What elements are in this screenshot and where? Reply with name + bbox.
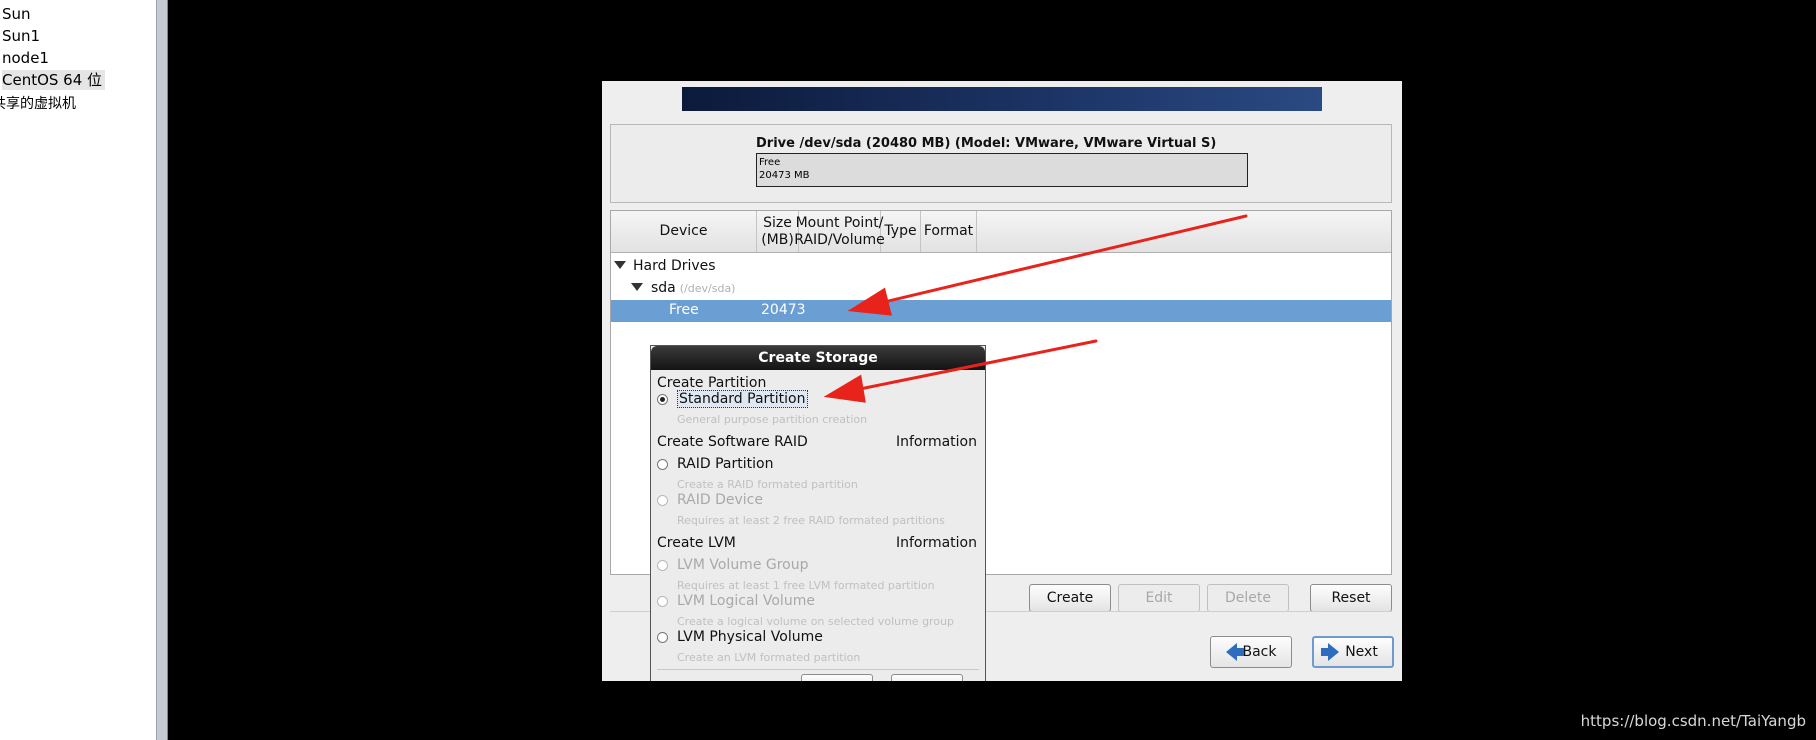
- watermark: https://blog.csdn.net/TaiYangb: [1580, 712, 1806, 730]
- annotation-arrow-to-standard: [853, 339, 1098, 392]
- annotation-arrows: [823, 214, 1248, 403]
- annotation-arrowhead-standard: [823, 374, 866, 403]
- annotation-arrowhead-free: [847, 287, 892, 316]
- annotation-arrow-to-free: [878, 214, 1248, 305]
